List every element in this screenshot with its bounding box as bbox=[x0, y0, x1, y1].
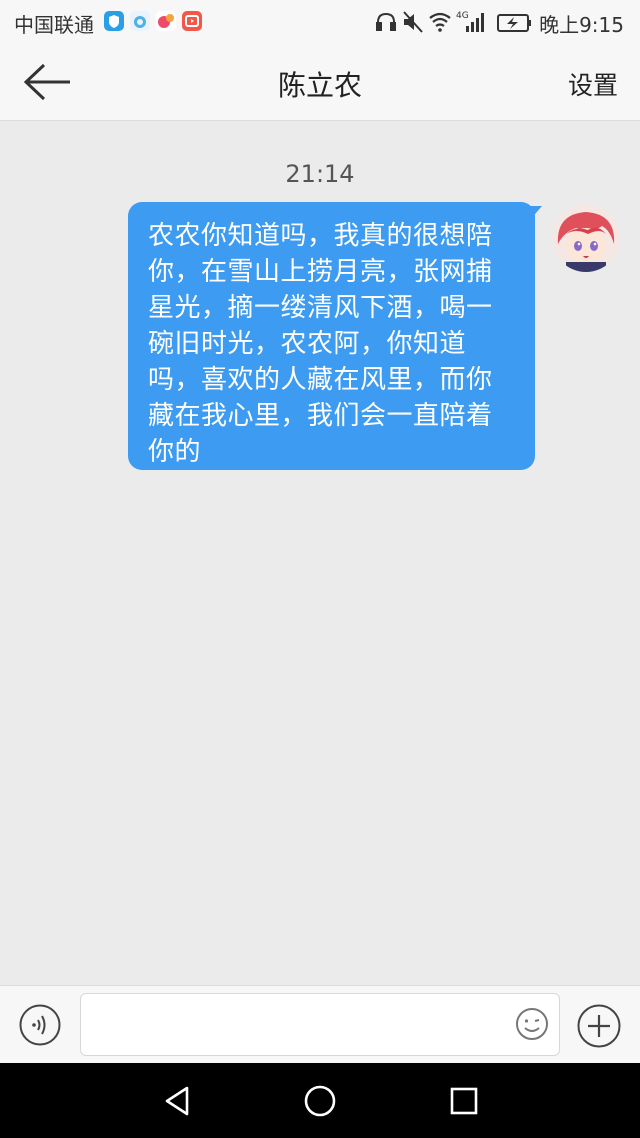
message-input[interactable] bbox=[80, 993, 560, 1056]
triangle-back-icon bbox=[165, 1086, 189, 1116]
network-type-label: 4G bbox=[456, 11, 469, 21]
nav-home-button[interactable] bbox=[302, 1083, 338, 1119]
plus-icon bbox=[577, 1004, 621, 1048]
shield-app-icon bbox=[104, 11, 124, 31]
message-bubble[interactable]: 农农你知道吗，我真的很想陪 你，在雪山上捞月亮，张网捕 星光，摘一缕清风下酒，喝… bbox=[128, 202, 535, 470]
cloud-app-icon bbox=[130, 11, 150, 31]
voice-button[interactable] bbox=[19, 1004, 61, 1046]
paint-app-icon bbox=[156, 11, 176, 31]
mute-icon bbox=[403, 11, 423, 33]
headphone-icon bbox=[376, 12, 396, 31]
emoji-button[interactable] bbox=[515, 1007, 549, 1041]
message-line: 碗旧时光，农农阿，你知道 bbox=[148, 329, 467, 359]
message-line: 你，在雪山上捞月亮，张网捕 bbox=[148, 257, 493, 287]
chat-header: 陈立农 设置 bbox=[0, 44, 640, 121]
status-icons: 4G bbox=[376, 11, 531, 33]
status-bar: 中国联通 4G 晚上9:15 bbox=[0, 0, 640, 44]
wifi-icon bbox=[429, 12, 451, 32]
circle-home-icon bbox=[304, 1085, 336, 1117]
smiley-icon bbox=[516, 1008, 548, 1040]
message-line: 农农你知道吗，我真的很想陪 bbox=[148, 221, 493, 251]
bubble-tail bbox=[530, 206, 542, 220]
message-line: 星光，摘一缕清风下酒，喝一 bbox=[148, 293, 493, 323]
video-app-icon bbox=[182, 11, 202, 31]
battery-charging-icon bbox=[497, 14, 531, 32]
avatar[interactable] bbox=[552, 204, 620, 272]
square-recent-icon bbox=[450, 1087, 478, 1115]
page-title: 陈立农 bbox=[277, 69, 362, 102]
system-nav-bar bbox=[0, 1063, 640, 1138]
message-line: 你的 bbox=[148, 437, 202, 467]
message-timestamp: 21:14 bbox=[285, 160, 355, 188]
voice-icon bbox=[19, 1004, 61, 1046]
anime-avatar-image bbox=[552, 204, 620, 272]
clock-label: 晚上9:15 bbox=[539, 13, 624, 37]
nav-back-button[interactable] bbox=[160, 1083, 196, 1119]
message-line: 藏在我心里，我们会一直陪着 bbox=[148, 401, 493, 431]
input-bar bbox=[0, 985, 640, 1064]
message-line: 吗，喜欢的人藏在风里，而你 bbox=[148, 365, 493, 395]
more-options-button[interactable] bbox=[577, 1004, 621, 1048]
nav-recent-button[interactable] bbox=[446, 1083, 482, 1119]
settings-button[interactable]: 设置 bbox=[568, 66, 618, 102]
carrier-label: 中国联通 bbox=[14, 13, 94, 37]
